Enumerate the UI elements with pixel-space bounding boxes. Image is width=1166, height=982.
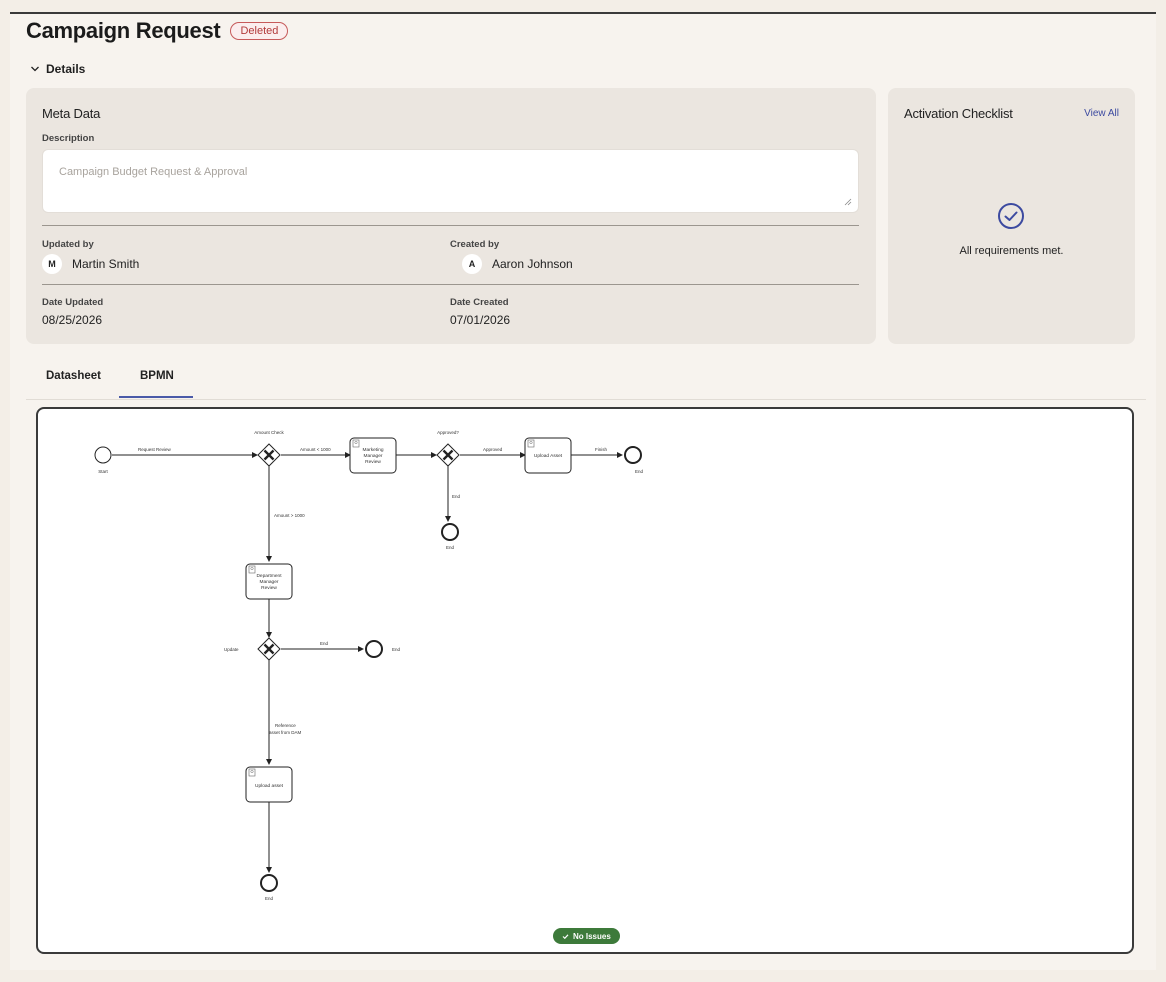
view-all-link[interactable]: View All bbox=[1084, 108, 1119, 119]
page-title: Campaign Request bbox=[26, 18, 221, 43]
gateway-approved-label: Approved? bbox=[437, 430, 459, 435]
details-toggle-label: Details bbox=[46, 62, 86, 76]
flow-label: asset from DAM bbox=[269, 730, 302, 735]
created-by: A Aaron Johnson bbox=[462, 254, 573, 274]
avatar: A bbox=[462, 254, 482, 274]
updated-by: M Martin Smith bbox=[42, 254, 139, 274]
flow-label: Finish bbox=[595, 447, 608, 452]
task-marketing-review[interactable]: Marketing Manager Review bbox=[349, 437, 397, 474]
flow-label: Amount < 1000 bbox=[300, 447, 331, 452]
updated-by-label: Updated by bbox=[42, 239, 94, 250]
validation-status-label: No Issues bbox=[573, 931, 611, 941]
gateway-amount-check[interactable] bbox=[256, 442, 282, 468]
flow-label: Reference bbox=[275, 723, 296, 728]
gateway-update[interactable] bbox=[256, 636, 282, 662]
task-upload-asset-2[interactable]: Upload asset bbox=[245, 766, 293, 803]
tab-bar: Datasheet BPMN bbox=[26, 360, 1146, 400]
description-text: Campaign Budget Request & Approval bbox=[59, 166, 248, 178]
task-label: Review bbox=[365, 459, 381, 465]
task-label: Upload Asset bbox=[534, 453, 563, 459]
task-label: Marketing bbox=[362, 447, 383, 453]
task-label: Manager bbox=[364, 453, 383, 459]
flow-labels: Request Review Amount < 1000 Approved Fi… bbox=[138, 447, 608, 735]
activation-checklist-title: Activation Checklist bbox=[904, 106, 1013, 121]
description-label: Description bbox=[42, 133, 95, 144]
bpmn-diagram[interactable]: Start End End End End Amount Check Appro… bbox=[38, 409, 1132, 952]
check-icon bbox=[562, 933, 569, 939]
flow-label: Update bbox=[224, 647, 239, 652]
divider bbox=[42, 284, 859, 285]
date-updated-label: Date Updated bbox=[42, 297, 104, 308]
title-row: Campaign Request Deleted bbox=[26, 18, 289, 44]
tab-datasheet[interactable]: Datasheet bbox=[46, 370, 101, 382]
start-event[interactable]: Start bbox=[94, 446, 112, 474]
status-badge: Deleted bbox=[230, 22, 289, 40]
flow-label: End bbox=[452, 494, 461, 499]
task-label: Manager bbox=[260, 579, 279, 585]
task-label: Review bbox=[261, 585, 277, 591]
flow-label: Amount > 1000 bbox=[274, 513, 305, 518]
end-event[interactable]: End bbox=[365, 640, 401, 658]
description-field[interactable]: Campaign Budget Request & Approval bbox=[42, 149, 859, 213]
task-department-review[interactable]: Department Manager Review bbox=[245, 563, 293, 600]
updated-by-name: Martin Smith bbox=[72, 257, 140, 271]
date-created-label: Date Created bbox=[450, 297, 509, 308]
meta-data-title: Meta Data bbox=[42, 106, 101, 121]
created-by-label: Created by bbox=[450, 239, 500, 250]
date-updated-value: 08/25/2026 bbox=[42, 313, 103, 327]
resize-handle-icon[interactable] bbox=[844, 198, 852, 206]
flow-label: End bbox=[320, 641, 329, 646]
end-event[interactable]: End bbox=[624, 446, 644, 474]
validation-status-pill[interactable]: No Issues bbox=[553, 928, 620, 944]
gateway-amount-check-label: Amount Check bbox=[254, 430, 284, 435]
date-created-value: 07/01/2026 bbox=[450, 313, 511, 327]
gateway-approved[interactable] bbox=[435, 442, 461, 468]
created-by-name: Aaron Johnson bbox=[492, 257, 573, 271]
avatar: M bbox=[42, 254, 62, 274]
task-label: Department bbox=[256, 573, 282, 579]
task-upload-asset[interactable]: Upload Asset bbox=[524, 437, 572, 474]
flow-label: Approved bbox=[483, 447, 503, 452]
bpmn-canvas[interactable]: Start End End End End Amount Check Appro… bbox=[36, 407, 1134, 954]
page: Campaign Request Deleted Details Meta Da… bbox=[10, 12, 1156, 970]
end-event-label: End bbox=[265, 896, 274, 901]
chevron-down-icon bbox=[31, 66, 39, 72]
task-label: Upload asset bbox=[255, 783, 284, 789]
end-event-label: End bbox=[392, 647, 401, 652]
checklist-message: All requirements met. bbox=[959, 245, 1064, 257]
end-event-label: End bbox=[635, 469, 644, 474]
flow-label: Request Review bbox=[138, 447, 172, 452]
start-event-label: Start bbox=[98, 469, 108, 474]
check-circle-icon bbox=[998, 203, 1024, 229]
active-tab-indicator bbox=[119, 396, 193, 398]
divider bbox=[42, 225, 859, 226]
details-toggle[interactable]: Details bbox=[30, 62, 85, 76]
end-event[interactable]: End bbox=[260, 874, 278, 901]
sequence-flows bbox=[112, 452, 623, 873]
end-event[interactable]: End bbox=[441, 523, 459, 550]
activation-checklist-card: Activation Checklist View All All requir… bbox=[888, 88, 1135, 344]
meta-data-card: Meta Data Description Campaign Budget Re… bbox=[26, 88, 876, 344]
end-event-label: End bbox=[446, 545, 455, 550]
tab-bpmn[interactable]: BPMN bbox=[140, 370, 174, 382]
